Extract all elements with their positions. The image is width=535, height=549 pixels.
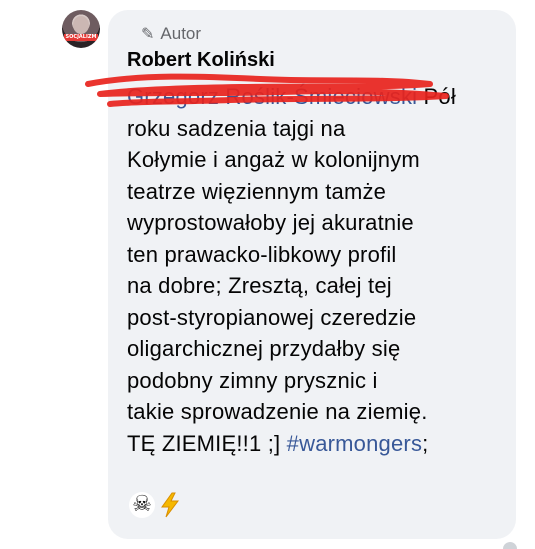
comment-line: roku sadzenia tajgi na bbox=[127, 115, 346, 141]
comment-line: ten prawacko-libkowy profil bbox=[127, 241, 397, 267]
comment-line: post-styropianowej czeredzie bbox=[127, 304, 417, 330]
comment-line: teatrze więziennym tamże bbox=[127, 178, 387, 204]
scroll-indicator bbox=[503, 542, 517, 549]
comment-line: oligarchicznej przydałby się bbox=[127, 336, 401, 361]
emoji-row: ☠ bbox=[129, 492, 181, 518]
avatar-face bbox=[73, 16, 89, 34]
bottom-edge bbox=[0, 540, 535, 549]
role-label: Autor bbox=[160, 24, 202, 43]
user-mention[interactable]: Grzegorz Roślik-Śmieciowski bbox=[127, 84, 417, 109]
lightning-icon bbox=[159, 492, 181, 518]
author-avatar[interactable]: SOCJALIZM bbox=[62, 10, 100, 48]
comment-line: podobny zimny prysznic i bbox=[127, 367, 378, 393]
skull-crossbones-icon: ☠ bbox=[129, 492, 155, 518]
comment-line: takie sprowadzenie na ziemię. bbox=[127, 399, 428, 424]
pencil-icon: ✎ bbox=[141, 26, 155, 43]
comment-line-1: Grzegorz Roślik-Śmieciowski Pół bbox=[127, 84, 456, 109]
comment-line: Kołymie i angaż w kolonijnym bbox=[127, 147, 420, 172]
comment-author-name[interactable]: Robert Koliński bbox=[127, 49, 275, 72]
comment-line: wyprostowałoby jej akuratnie bbox=[127, 210, 414, 235]
hashtag-link[interactable]: #warmongers bbox=[287, 431, 422, 456]
comment-line: na dobre; Zresztą, całej tej bbox=[127, 273, 392, 298]
comment-line-last: TĘ ZIEMIĘ!!1 ;] #warmongers; bbox=[127, 430, 429, 456]
avatar-badge: SOCJALIZM bbox=[64, 34, 98, 41]
author-role-badge: ✎ Autor bbox=[141, 24, 201, 44]
comment-text: Grzegorz Roślik-Śmieciowski Pół roku sad… bbox=[127, 81, 497, 459]
